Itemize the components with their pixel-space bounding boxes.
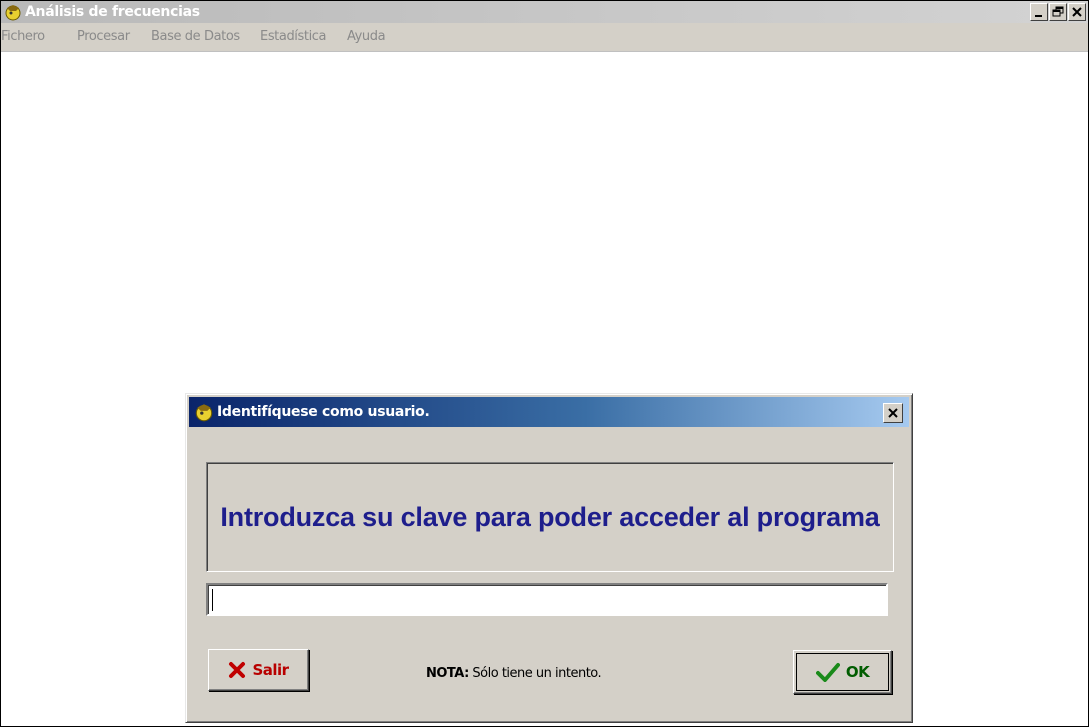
restore-icon [1052,6,1064,17]
message-panel: Introduzca su clave para poder acceder a… [206,462,894,572]
exit-button[interactable]: Salir [208,649,309,691]
window-controls [1029,3,1086,21]
menu-item-procesar[interactable]: Procesar [77,29,130,44]
title-bar: Análisis de frecuencias [1,1,1088,23]
password-input[interactable] [206,583,888,616]
app-icon [195,404,213,422]
text-caret [212,589,213,611]
dialog-title-bar: Identifíquese como usuario. [189,397,909,427]
minimize-button[interactable] [1030,3,1048,21]
dialog-title: Identifíquese como usuario. [217,404,430,420]
ok-button-label: OK [845,663,870,681]
note-label: NOTA: [426,666,469,681]
prompt-message: Introduzca su clave para poder acceder a… [220,501,880,532]
minimize-icon [1035,15,1042,17]
menu-item-base-de-datos[interactable]: Base de Datos [151,29,240,44]
menu-bar: Fichero Procesar Base de Datos Estadísti… [1,23,1088,52]
menu-item-fichero[interactable]: Fichero [1,29,45,44]
close-icon [888,408,898,418]
login-dialog: Identifíquese como usuario. Introduzca s… [185,393,913,723]
note-text: NOTA: Sólo tiene un intento. [426,666,602,681]
exit-button-label: Salir [252,661,289,679]
dialog-close-button[interactable] [883,403,903,423]
restore-button[interactable] [1049,3,1067,21]
x-icon [229,662,246,678]
menu-item-estadistica[interactable]: Estadística [260,29,327,44]
checkmark-icon [815,663,840,682]
app-icon [5,5,21,21]
close-button[interactable] [1068,3,1086,21]
close-icon [1072,7,1082,17]
window-title: Análisis de frecuencias [25,4,200,20]
note-body: Sólo tiene un intento. [468,666,602,681]
menu-item-ayuda[interactable]: Ayuda [347,29,386,44]
ok-button[interactable]: OK [793,650,892,694]
